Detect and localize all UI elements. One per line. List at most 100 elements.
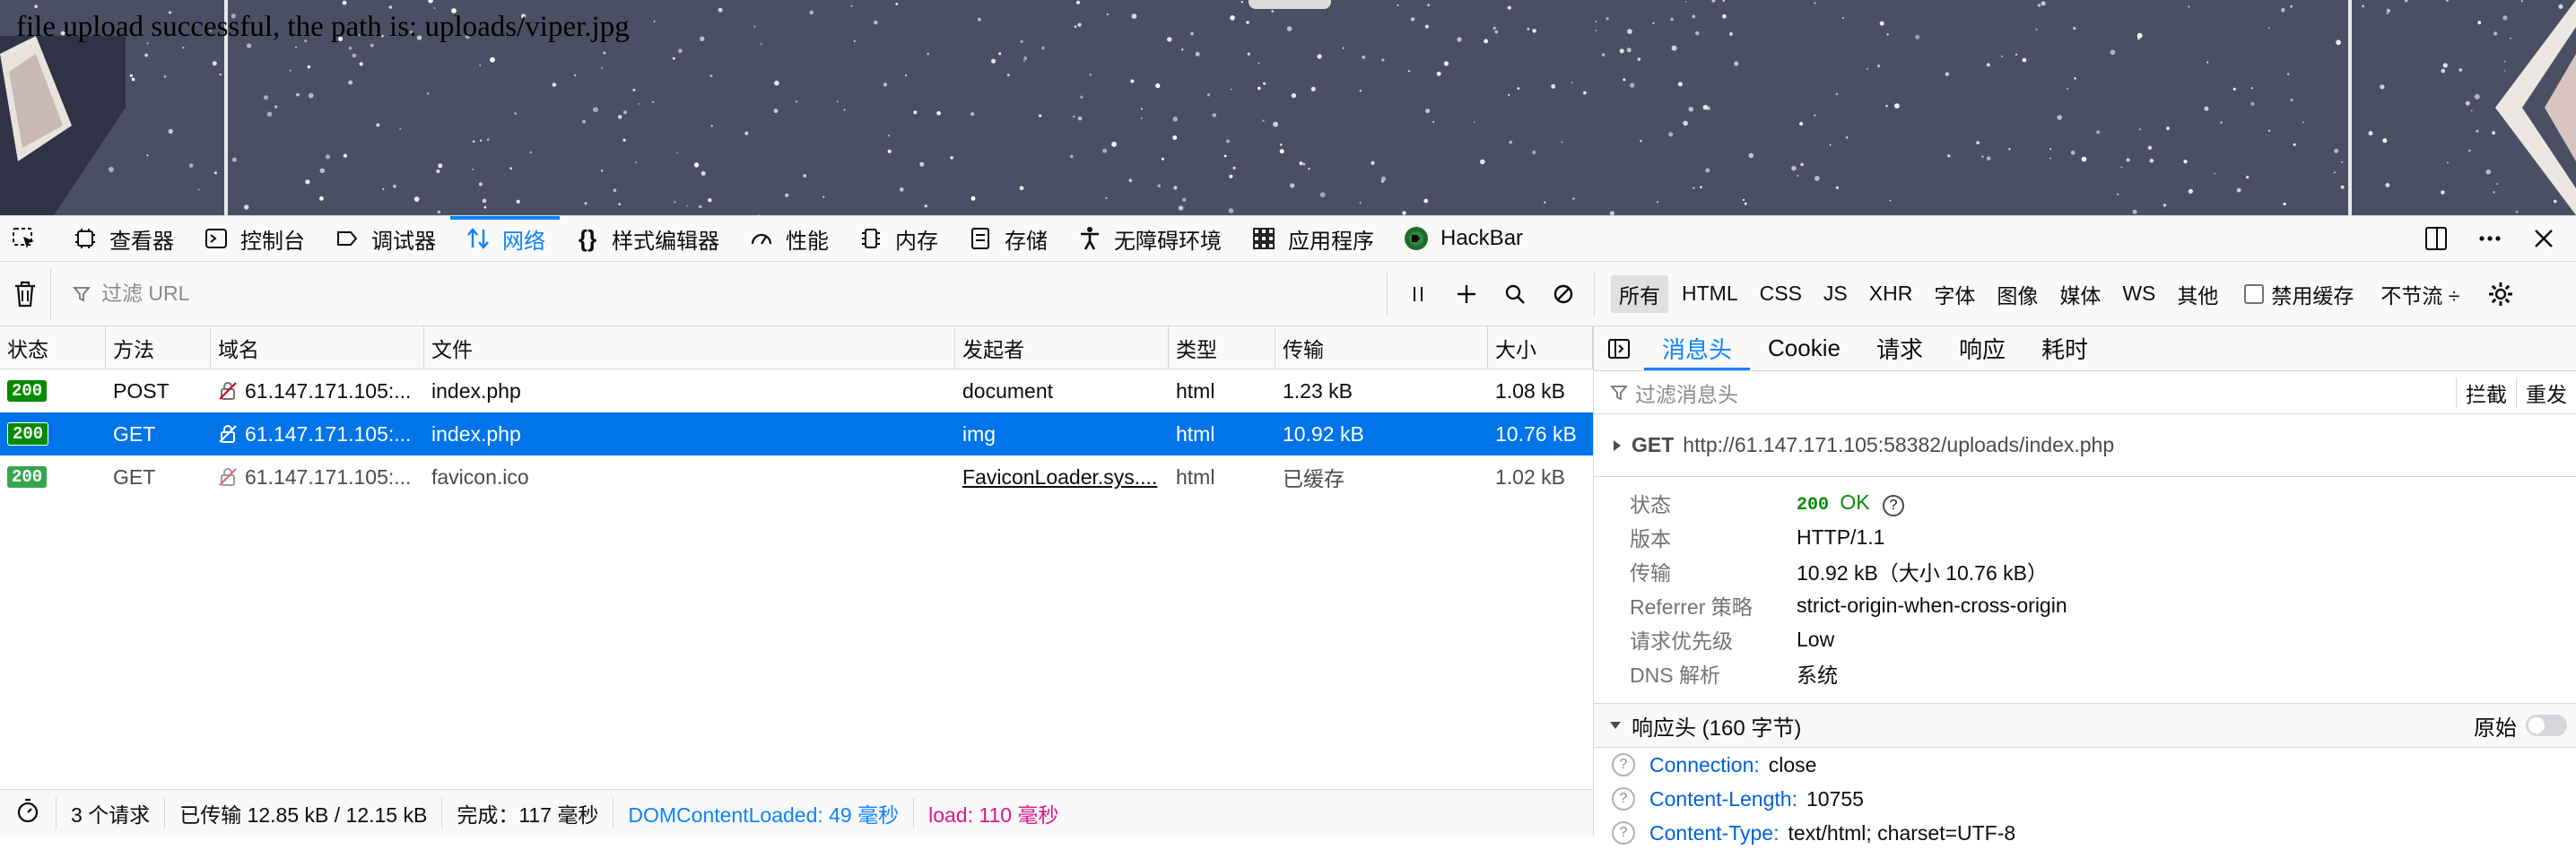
star	[1677, 82, 1683, 87]
star	[479, 65, 482, 66]
star	[2290, 99, 2293, 102]
filter-fonts[interactable]: 字体	[1926, 275, 1983, 313]
tab-accessibility[interactable]: 无障碍环境	[1062, 216, 1236, 261]
column-file[interactable]: 文件	[424, 326, 955, 369]
table-row-selected[interactable]: 200 GET 61.147.171.105:... index.php img…	[0, 412, 1593, 455]
star	[2081, 156, 2087, 162]
star	[2073, 27, 2076, 30]
cell-transferred: 1.23 kB	[1283, 378, 1353, 403]
filter-js[interactable]: JS	[1815, 278, 1856, 309]
block-icon	[1553, 284, 1573, 303]
tab-response[interactable]: 响应	[1941, 326, 2023, 370]
help-icon[interactable]: ?	[1612, 821, 1635, 845]
column-method[interactable]: 方法	[106, 326, 211, 369]
star	[2293, 143, 2296, 146]
star	[1986, 156, 1991, 160]
filter-ws[interactable]: WS	[2114, 278, 2163, 309]
star	[264, 95, 268, 100]
clear-button[interactable]	[0, 281, 50, 308]
resend-button[interactable]: 重发	[2516, 377, 2576, 408]
throttle-select[interactable]: 不节流 ÷	[2380, 279, 2459, 309]
headers-filter-input[interactable]: 过滤消息头	[1635, 377, 1738, 408]
tab-inspector[interactable]: 查看器	[57, 216, 188, 261]
tab-debugger[interactable]: 调试器	[319, 216, 450, 261]
star	[1705, 168, 1710, 173]
network-settings-button[interactable]	[2486, 280, 2515, 308]
star	[343, 153, 347, 158]
tab-request[interactable]: 请求	[1858, 326, 1941, 370]
pause-button[interactable]	[1404, 280, 1432, 308]
tab-console[interactable]: 控制台	[188, 216, 319, 261]
tab-storage[interactable]: 存储	[953, 216, 1062, 261]
star	[1480, 159, 1485, 165]
table-row[interactable]: 200 GET 61.147.171.105:... favicon.ico F…	[0, 455, 1593, 499]
star	[836, 100, 839, 103]
star	[2206, 61, 2209, 64]
status-text: OK	[1840, 490, 1870, 514]
response-headers-section[interactable]: 响应头 (160 字节) 原始	[1594, 703, 2576, 748]
tab-network[interactable]: 网络	[450, 216, 560, 261]
transferred-total: 已传输 12.85 kB / 12.15 kB	[165, 798, 443, 828]
filter-media[interactable]: 媒体	[2051, 275, 2109, 313]
filter-all[interactable]: 所有	[1611, 274, 1668, 313]
star	[1814, 176, 1820, 181]
column-transferred[interactable]: 传输	[1275, 326, 1488, 369]
star	[2336, 39, 2342, 46]
tab-memory-label: 内存	[895, 229, 938, 254]
tab-application[interactable]: 应用程序	[1236, 216, 1388, 261]
element-picker-button[interactable]	[0, 216, 57, 261]
more-options-button[interactable]	[2476, 224, 2504, 253]
tab-cookies[interactable]: Cookie	[1750, 326, 1858, 370]
star	[1180, 48, 1184, 51]
new-request-button[interactable]	[1452, 280, 1481, 308]
filter-css[interactable]: CSS	[1752, 278, 1810, 309]
initiator-link[interactable]: FaviconLoader.sys....	[962, 465, 1157, 490]
performance-icon	[748, 225, 775, 252]
tab-performance-label: 性能	[786, 229, 829, 254]
filter-html[interactable]: HTML	[1674, 278, 1746, 309]
column-status[interactable]: 状态	[0, 326, 106, 369]
block-request-button[interactable]: 拦截	[2456, 377, 2516, 408]
tab-headers[interactable]: 消息头	[1644, 326, 1751, 370]
filter-images[interactable]: 图像	[1989, 275, 2046, 313]
star	[1722, 13, 1727, 19]
help-icon[interactable]: ?	[1883, 494, 1905, 516]
help-icon[interactable]: ?	[1612, 787, 1635, 811]
column-initiator[interactable]: 发起者	[955, 326, 1169, 369]
filter-other[interactable]: 其他	[2169, 275, 2226, 313]
url-filter-input[interactable]	[100, 281, 1266, 307]
star	[1006, 74, 1010, 77]
star	[163, 75, 167, 78]
tab-hackbar[interactable]: HackBar	[1388, 216, 1537, 261]
star	[1981, 155, 1984, 159]
close-devtools-button[interactable]	[2529, 224, 2558, 253]
raw-toggle[interactable]: 原始	[2474, 710, 2567, 742]
star	[2022, 57, 2027, 63]
request-summary-line[interactable]: GET http://61.147.171.105:58382/uploads/…	[1594, 414, 2576, 477]
star	[970, 195, 976, 201]
star	[2035, 28, 2038, 30]
headers-filter: 过滤消息头 拦截 重发	[1594, 371, 2576, 414]
panel-line	[2348, 0, 2352, 215]
star	[1291, 92, 1297, 99]
cell-domain: 61.147.171.105:...	[245, 464, 412, 489]
block-button[interactable]	[1549, 280, 1578, 308]
star	[1279, 149, 1284, 154]
dock-toggle-button[interactable]	[2422, 224, 2450, 253]
tab-performance[interactable]: 性能	[734, 216, 843, 261]
tab-timings[interactable]: 耗时	[2023, 326, 2106, 370]
help-icon[interactable]: ?	[1612, 753, 1635, 776]
filter-xhr[interactable]: XHR	[1861, 278, 1921, 309]
tab-memory[interactable]: 内存	[843, 216, 953, 261]
column-size[interactable]: 大小	[1488, 326, 1593, 369]
tab-style-editor[interactable]: {} 样式编辑器	[560, 216, 734, 261]
disable-cache-checkbox[interactable]: 禁用缓存	[2244, 279, 2354, 309]
table-row[interactable]: 200 POST 61.147.171.105:... index.php do…	[0, 369, 1593, 412]
column-type[interactable]: 类型	[1169, 326, 1275, 369]
column-domain[interactable]: 域名	[211, 326, 424, 369]
raw-switch[interactable]	[2526, 715, 2567, 736]
star	[382, 187, 385, 190]
toggle-panel-button[interactable]	[1594, 326, 1644, 370]
search-button[interactable]	[1501, 280, 1529, 308]
star	[1317, 54, 1322, 59]
